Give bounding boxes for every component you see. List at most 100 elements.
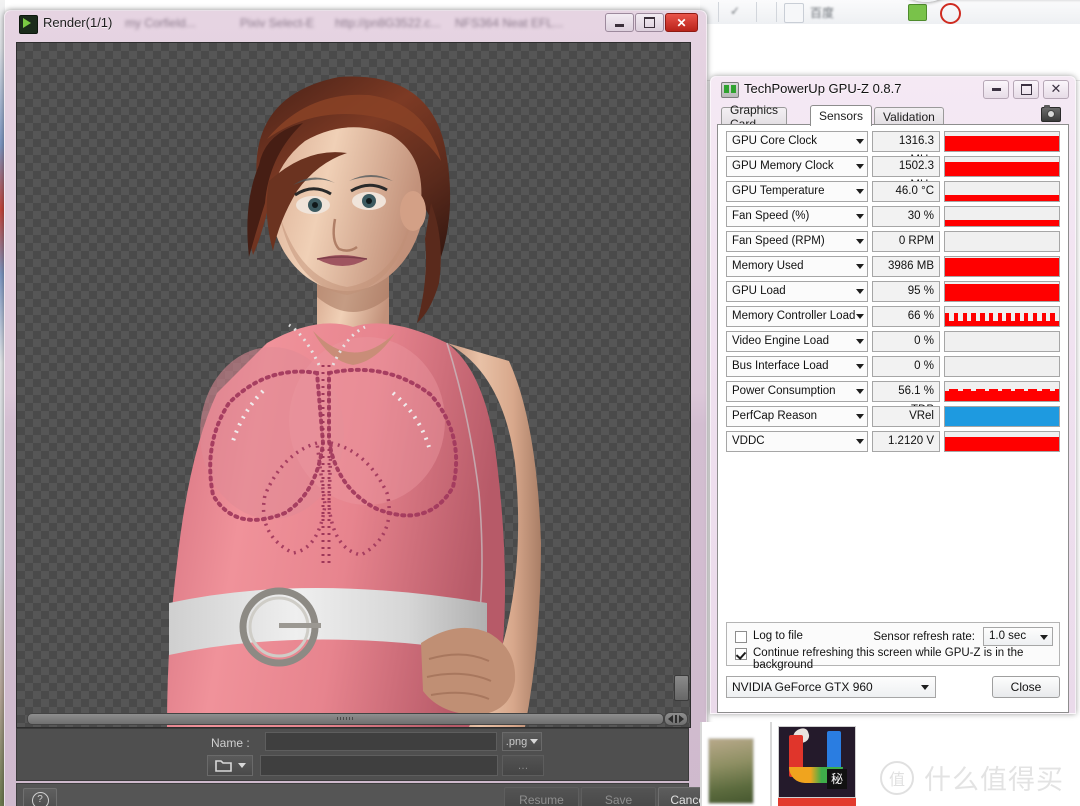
thumbnail-photo[interactable]	[708, 738, 754, 804]
chevron-down-icon	[921, 685, 929, 690]
sensor-graph-fill	[945, 194, 1059, 201]
save-button[interactable]: Save	[581, 787, 656, 806]
sensor-name-select[interactable]: Bus Interface Load	[726, 356, 868, 377]
format-dropdown[interactable]: .png	[502, 732, 542, 751]
gpuz-close-button[interactable]: ✕	[1043, 80, 1069, 99]
sensor-graph	[944, 306, 1060, 327]
sensor-name-select[interactable]: Fan Speed (RPM)	[726, 231, 868, 252]
rendered-figure-image	[167, 76, 541, 727]
sensor-row: Video Engine Load 0 %	[726, 331, 1060, 356]
render-titlebar[interactable]: Render(1/1) my Corfield... Pixiv Select-…	[5, 11, 706, 37]
sensor-name-select[interactable]: VDDC	[726, 431, 868, 452]
sensor-row: PerfCap Reason VRel	[726, 406, 1060, 431]
sensor-name-select[interactable]: GPU Memory Clock	[726, 156, 868, 177]
sensor-name-select[interactable]: Memory Used	[726, 256, 868, 277]
render-close-button[interactable]: ✕	[665, 13, 698, 32]
format-value: .png	[505, 735, 528, 748]
cpu-temperature-gadget[interactable]: CPU温度 0.95G	[892, 0, 1080, 20]
canvas-scroll-nav-buttons[interactable]	[664, 712, 688, 726]
sensor-row: Memory Controller Load 66 %	[726, 306, 1060, 331]
sensor-row: Fan Speed (%) 30 %	[726, 206, 1060, 231]
canvas-vertical-scrollbar-track[interactable]	[676, 44, 689, 712]
scroll-left-icon[interactable]	[668, 715, 673, 723]
watermark-mark: 值	[880, 760, 914, 795]
background-toolbar-label: 百度	[810, 6, 835, 20]
render-maximize-button[interactable]	[635, 13, 664, 32]
gpuz-titlebar[interactable]: TechPowerUp GPU-Z 0.8.7 ✕	[711, 77, 1075, 103]
canvas-vertical-scrollbar-thumb[interactable]	[674, 675, 689, 701]
sensor-value: 66 %	[872, 306, 940, 327]
sensor-value: VRel	[872, 406, 940, 427]
scroll-right-icon[interactable]	[679, 715, 684, 723]
render-window-title: Render(1/1)	[43, 15, 113, 30]
sensor-name-select[interactable]: PerfCap Reason	[726, 406, 868, 427]
chevron-down-icon	[1040, 635, 1048, 640]
background-app-content	[700, 24, 1080, 81]
thumbnail-app-icon[interactable]: 秘	[778, 726, 856, 798]
sensor-name-select[interactable]: Power Consumption	[726, 381, 868, 402]
render-minimize-button[interactable]	[605, 13, 634, 32]
render-app-icon	[19, 15, 38, 34]
tab-sensors[interactable]: Sensors	[810, 105, 873, 126]
resume-button[interactable]: Resume	[504, 787, 579, 806]
gpuz-minimize-button[interactable]	[983, 80, 1009, 99]
sensor-value: 95 %	[872, 281, 940, 302]
sensor-name-select[interactable]: Video Engine Load	[726, 331, 868, 352]
render-save-form: Name : .png …	[16, 728, 689, 781]
sensor-graph	[944, 406, 1060, 427]
sensor-graph-fill	[945, 382, 1059, 401]
chevron-down-icon	[856, 239, 864, 244]
log-to-file-label: Log to file	[753, 630, 803, 642]
folder-browse-button[interactable]	[207, 755, 253, 776]
sensor-row: GPU Load 95 %	[726, 281, 1060, 306]
chevron-down-icon	[856, 364, 864, 369]
blurred-bg-title-1: my Corfield...	[125, 16, 196, 30]
sensor-name-select[interactable]: Memory Controller Load	[726, 306, 868, 327]
sensor-graph-fill	[945, 162, 1059, 176]
sensor-row: Power Consumption56.1 % TDP	[726, 381, 1060, 416]
canvas-horizontal-scrollbar[interactable]	[27, 713, 664, 725]
sensor-value: 0 %	[872, 331, 940, 352]
help-icon: ?	[31, 791, 49, 806]
blurred-bg-title-4: NFS364 Neat EFL...	[455, 16, 564, 30]
sensor-value: 46.0 °C	[872, 181, 940, 202]
background-toolbar-glyph: ✓	[730, 4, 741, 18]
sensor-value: 0 RPM	[872, 231, 940, 252]
sensor-name-select[interactable]: GPU Core Clock	[726, 131, 868, 152]
refresh-rate-select[interactable]: 1.0 sec	[983, 627, 1053, 646]
sensor-name-select[interactable]: GPU Temperature	[726, 181, 868, 202]
log-to-file-checkbox[interactable]	[735, 631, 747, 643]
gpuz-close-action-button[interactable]: Close	[992, 676, 1060, 698]
sensor-row: VDDC 1.2120 V	[726, 431, 1060, 456]
render-window[interactable]: Render(1/1) my Corfield... Pixiv Select-…	[4, 10, 707, 806]
sensor-graph	[944, 356, 1060, 377]
browse-ellipsis-button[interactable]: …	[502, 755, 544, 776]
sensors-panel: GPU Core Clock1316.3 MHzGPU Memory Clock…	[717, 124, 1069, 713]
continue-refresh-checkbox[interactable]	[735, 648, 747, 660]
sensor-value: 0 %	[872, 356, 940, 377]
watermark: 值 什么值得买	[880, 758, 1064, 797]
sensor-name-select[interactable]: Fan Speed (%)	[726, 206, 868, 227]
app-badge: 秘	[827, 769, 847, 789]
name-input[interactable]	[265, 732, 497, 751]
refresh-rate-label: Sensor refresh rate:	[873, 631, 975, 643]
sensor-graph-fill	[945, 257, 1059, 276]
sensor-name-select[interactable]: GPU Load	[726, 281, 868, 302]
path-input[interactable]	[260, 755, 498, 776]
gadget-gauge-circle: 0.95G	[892, 0, 960, 2]
gpuz-window[interactable]: TechPowerUp GPU-Z 0.8.7 ✕ Graphics Card …	[710, 76, 1076, 714]
sensor-graph-fill	[945, 220, 1059, 226]
chevron-down-icon	[856, 389, 864, 394]
help-button[interactable]: ?	[23, 788, 57, 806]
gpuz-maximize-button[interactable]	[1013, 80, 1039, 99]
chevron-down-icon	[856, 314, 864, 319]
render-image-canvas[interactable]	[16, 42, 691, 728]
folder-icon	[214, 760, 232, 772]
refresh-rate-value: 1.0 sec	[989, 630, 1027, 642]
gpu-device-select[interactable]: NVIDIA GeForce GTX 960	[726, 676, 936, 698]
sensor-graph	[944, 256, 1060, 277]
camera-icon[interactable]	[1041, 105, 1061, 122]
sensor-options-box: Log to file Continue refreshing this scr…	[726, 622, 1060, 671]
chevron-down-icon	[856, 164, 864, 169]
sensor-value: 1.2120 V	[872, 431, 940, 452]
